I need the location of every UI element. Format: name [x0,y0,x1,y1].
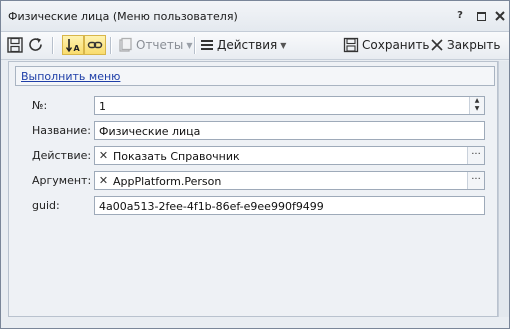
spin-down-icon[interactable]: ▼ [470,105,484,113]
browse-argument-button[interactable]: ··· [467,172,484,189]
argument-field[interactable]: ✕ AppPlatform.Person ··· [94,171,485,190]
run-menu-link[interactable]: Выполнить меню [21,70,120,83]
restore-icon [477,12,486,21]
chevron-down-icon: ▼ [280,40,287,50]
save-label: Сохранить [362,38,430,52]
guid-field[interactable]: 4a00a513-2fee-4f1b-86ef-e9ee990f9499 [94,196,485,215]
edit-window: Физические лица (Меню пользователя) ? A … [0,0,510,329]
name-field[interactable]: Физические лица [94,121,485,140]
actions-dropdown[interactable]: Действия ▼ [200,35,286,55]
save-quick-button[interactable] [6,35,24,55]
form-panel: Выполнить меню №: 1 ▲ ▼ Название: Физиче… [8,61,498,317]
reports-dropdown[interactable]: Отчеты ▼ [117,35,193,55]
floppy-disk-icon [343,37,359,53]
chevron-down-icon: ▼ [186,40,193,50]
refresh-icon [29,38,42,51]
toolbar: A Отчеты ▼ Действия ▼ Сохранить Закрыть [1,32,509,60]
link-icon [87,41,103,49]
action-label: Действие: [32,149,92,162]
floppy-disk-icon [7,37,23,53]
number-label: №: [32,99,48,112]
close-icon [495,11,505,21]
close-icon [431,39,443,51]
toolbar-separator [52,37,54,54]
guid-value: 4a00a513-2fee-4f1b-86ef-e9ee990f9499 [99,200,324,213]
toolbar-separator [194,37,196,54]
name-value: Физические лица [99,125,201,138]
spin-up-icon[interactable]: ▲ [470,97,484,105]
vertical-scrollbar[interactable] [498,61,509,317]
svg-text:A: A [74,44,81,53]
action-value: Показать Справочник [113,150,240,163]
close-label: Закрыть [447,38,501,52]
help-button[interactable]: ? [453,9,467,23]
window-title: Физические лица (Меню пользователя) [8,10,238,23]
restore-button[interactable] [474,9,488,23]
clear-icon[interactable]: ✕ [97,174,110,187]
reports-label: Отчеты [136,38,184,52]
close-button[interactable]: Закрыть [430,35,500,55]
number-stepper[interactable]: 1 ▲ ▼ [94,96,485,115]
toolbar-separator [110,37,112,54]
close-window-button[interactable] [493,9,507,23]
clear-icon[interactable]: ✕ [97,149,110,162]
save-button[interactable]: Сохранить [343,35,430,55]
number-value: 1 [99,100,106,113]
argument-value: AppPlatform.Person [113,175,222,188]
refresh-button[interactable] [27,35,45,55]
link-toggle-button[interactable] [84,35,106,55]
number-spinner[interactable]: ▲ ▼ [469,97,484,114]
sort-toggle-button[interactable]: A [62,35,84,55]
guid-label: guid: [32,199,60,212]
action-field[interactable]: ✕ Показать Справочник ··· [94,146,485,165]
sort-az-icon: A [65,39,81,53]
argument-label: Аргумент: [32,174,92,187]
hamburger-menu-icon [201,40,213,50]
menu-actions-panel: Выполнить меню [15,66,495,86]
report-icon [119,37,132,52]
title-bar: Физические лица (Меню пользователя) ? [1,1,509,32]
name-label: Название: [32,124,91,137]
actions-label: Действия [217,38,278,52]
browse-action-button[interactable]: ··· [467,147,484,164]
